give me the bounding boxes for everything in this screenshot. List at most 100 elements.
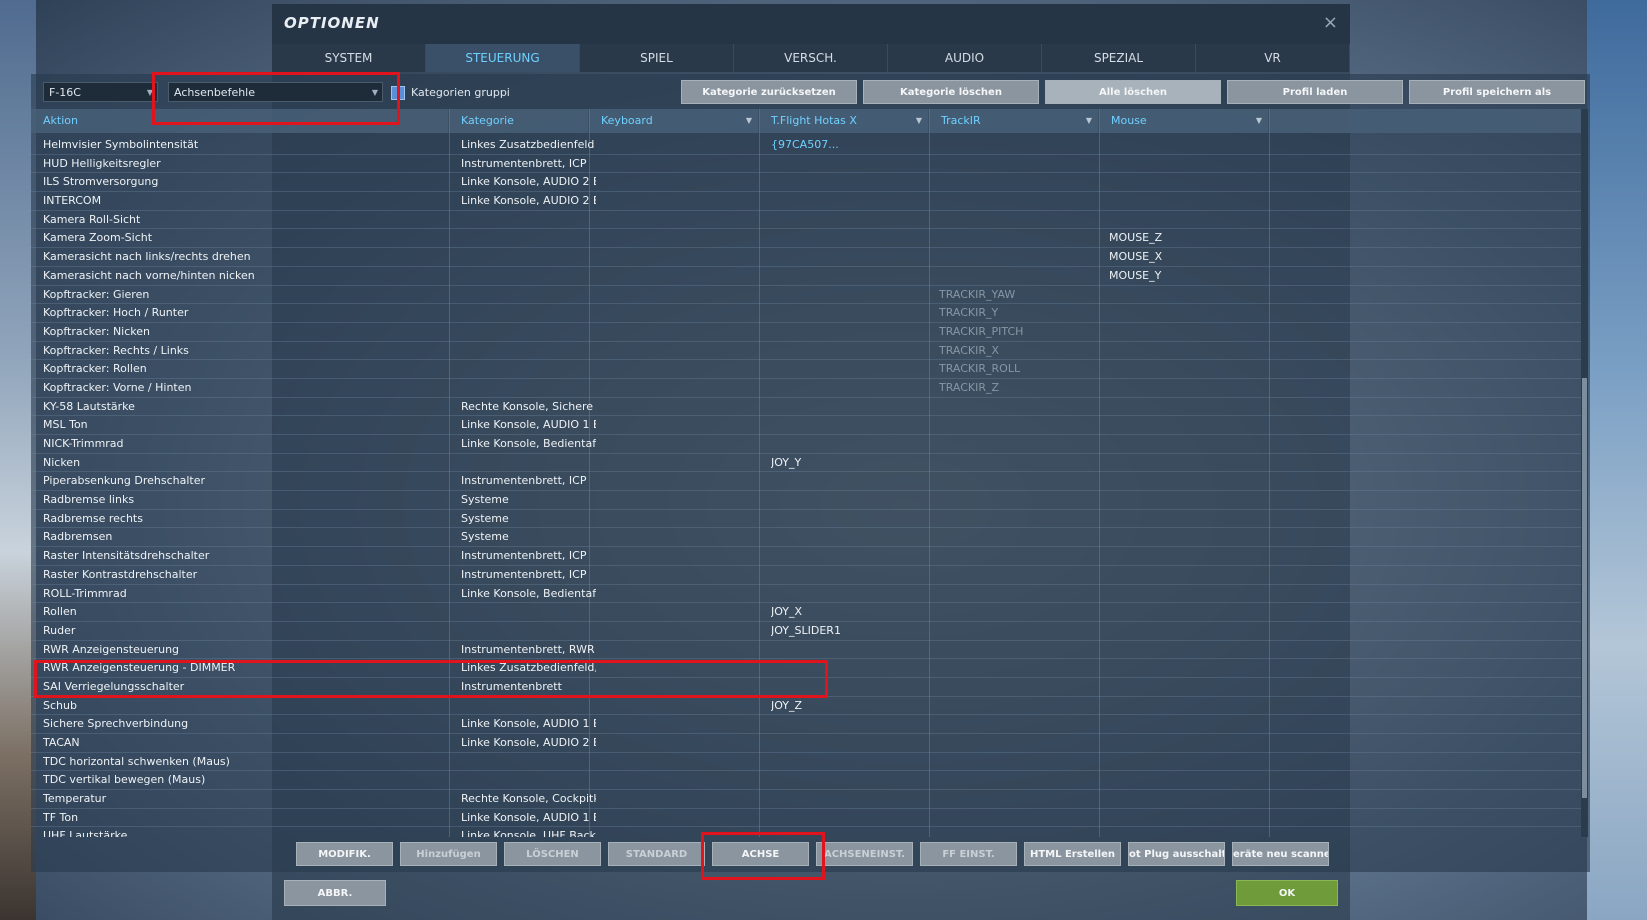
rescan-devices-button[interactable]: eräte neu scanne [1232,842,1329,866]
default-button[interactable]: STANDARD [608,842,705,866]
table-row[interactable]: Kopftracker: Gieren TRACKIR_YAW [31,286,1581,305]
table-row[interactable]: RWR Anzeigensteuerung Instrumentenbrett, … [31,641,1581,660]
cell-mouse [1109,603,1264,621]
table-row[interactable]: TACAN Linke Konsole, AUDIO 2 B [31,734,1581,753]
table-row[interactable]: Schub JOY_Z [31,697,1581,716]
delete-button[interactable]: LÖSCHEN [504,842,601,866]
table-row[interactable]: NICK-Trimmrad Linke Konsole, Bedientafe [31,435,1581,454]
cell-joystick: JOY_Y [771,455,802,469]
html-export-button[interactable]: HTML Erstellen [1024,842,1121,866]
cell-joystick [771,566,926,584]
cell-trackir [939,641,1094,659]
cell-mouse [1109,771,1264,789]
table-row[interactable]: KY-58 Lautstärke Rechte Konsole, Sichere … [31,398,1581,417]
cell-category: Linke Konsole, AUDIO 1 B [461,717,596,731]
table-row[interactable]: Ruder JOY_SLIDER1 [31,622,1581,641]
close-icon[interactable]: × [1323,12,1338,33]
cell-action: Kopftracker: Rechts / Links [43,343,189,357]
table-row[interactable]: Kamera Zoom-Sicht MOUSE_Z [31,229,1581,249]
table-row[interactable]: Temperatur Rechte Konsole, Cockpitkl [31,790,1581,809]
column-header-mouse[interactable]: Mouse ▼ [1099,109,1269,133]
cell-joystick [771,809,926,827]
tab-audio[interactable]: AUDIO [888,44,1042,72]
table-row[interactable]: Kamerasicht nach vorne/hinten nicken MOUS… [31,267,1581,286]
hot-plug-toggle-button[interactable]: ot Plug ausschalte [1128,842,1225,866]
table-row[interactable]: HUD Helligkeitsregler Instrumentenbrett, … [31,155,1581,174]
tab-steuerung[interactable]: STEUERUNG [426,44,580,72]
column-header-aktion[interactable]: Aktion [31,109,449,133]
cell-action: Kopftracker: Nicken [43,324,151,338]
tab-system[interactable]: SYSTEM [272,44,426,72]
category-filter-select[interactable]: Achsenbefehle ▼ [168,82,383,102]
cell-action: ILS Stromversorgung [43,175,159,189]
tab-spezial[interactable]: SPEZIAL [1042,44,1196,72]
save-profile-as-button[interactable]: Profil speichern als [1409,80,1585,104]
cell-trackir [939,771,1094,789]
axis-button[interactable]: ACHSE [712,842,809,866]
add-button[interactable]: Hinzufügen [400,842,497,866]
reset-category-button[interactable]: Kategorie zurücksetzen [681,80,857,104]
table-row[interactable]: ROLL-Trimmrad Linke Konsole, Bedientafe [31,585,1581,604]
cell-mouse [1109,790,1264,808]
cell-joystick [771,379,926,397]
table-row[interactable]: Radbremsen Systeme [31,528,1581,548]
delete-category-button[interactable]: Kategorie löschen [863,80,1039,104]
column-header-kategorie[interactable]: Kategorie [449,109,589,133]
table-row[interactable]: Kamerasicht nach links/rechts drehen MOUS… [31,248,1581,267]
cell-category [461,211,596,229]
table-row[interactable]: TF Ton Linke Konsole, AUDIO 1 B [31,809,1581,828]
ff-settings-button[interactable]: FF EINST. [920,842,1017,866]
cell-action: Radbremse rechts [43,511,143,525]
table-row[interactable]: MSL Ton Linke Konsole, AUDIO 1 B [31,416,1581,435]
cell-joystick [771,398,926,416]
table-row[interactable]: Radbremse links Systeme [31,491,1581,510]
aircraft-select[interactable]: F-16C ▼ [43,82,158,102]
table-row[interactable]: Nicken JOY_Y [31,454,1581,473]
table-row[interactable]: Kopftracker: Rollen TRACKIR_ROLL [31,360,1581,379]
tab-vr[interactable]: VR [1196,44,1350,72]
delete-all-button[interactable]: Alle löschen [1045,80,1221,104]
cancel-button[interactable]: ABBR. [284,880,386,906]
column-header-joystick[interactable]: T.Flight Hotas X {97CA507... ▼ [759,109,929,151]
modify-button[interactable]: MODIFIK. [296,842,393,866]
table-row[interactable]: Piperabsenkung Drehschalter Instrumentenb… [31,472,1581,492]
table-row[interactable]: Sichere Sprechverbindung Linke Konsole, A… [31,715,1581,734]
table-row[interactable]: Radbremse rechts Systeme [31,510,1581,529]
table-row[interactable]: Helmvisier Symbolintensität Linkes Zusatz… [31,136,1581,155]
table-row[interactable]: Rollen JOY_X [31,603,1581,622]
column-header-trackir[interactable]: TrackIR ▼ [929,109,1099,133]
cell-joystick [771,323,926,341]
cell-joystick [771,192,926,210]
table-row[interactable]: Kopftracker: Hoch / Runter TRACKIR_Y [31,304,1581,323]
tab-spiel[interactable]: SPIEL [580,44,734,72]
axis-settings-button[interactable]: ACHSENEINST. [816,842,913,866]
table-row[interactable]: Raster Intensitätsdrehschalter Instrument… [31,547,1581,566]
chevron-down-icon: ▼ [1255,116,1262,125]
scrollbar-thumb[interactable] [1582,378,1587,798]
table-row[interactable]: Kopftracker: Vorne / Hinten TRACKIR_Z [31,379,1581,398]
table-row[interactable]: TDC horizontal schwenken (Maus) [31,753,1581,772]
table-row[interactable]: Kopftracker: Rechts / Links TRACKIR_X [31,342,1581,361]
cell-trackir [939,697,1094,715]
tab-versch[interactable]: VERSCH. [734,44,888,72]
table-row[interactable]: ILS Stromversorgung Linke Konsole, AUDIO … [31,173,1581,193]
table-row[interactable]: Kopftracker: Nicken TRACKIR_PITCH [31,323,1581,342]
cell-category: Systeme [461,493,509,507]
cell-category: Linke Konsole, Bedientafe [461,437,596,450]
table-row[interactable]: Kamera Roll-Sicht [31,211,1581,230]
table-row[interactable]: INTERCOM Linke Konsole, AUDIO 2 B [31,192,1581,211]
ok-button[interactable]: OK [1236,880,1338,906]
table-row[interactable]: SAI Verriegelungsschalter Instrumentenbre… [31,678,1581,697]
table-row[interactable]: UHF Lautstärke Linke Konsole, UHF Backu [31,827,1581,837]
bottom-action-bar: MODIFIK. Hinzufügen LÖSCHEN STANDARD ACH… [0,842,1647,870]
table-row[interactable]: Raster Kontrastdrehschalter Instrumentenb… [31,566,1581,585]
bindings-table-body: Helmvisier Symbolintensität Linkes Zusatz… [31,136,1581,837]
table-row[interactable]: TDC vertikal bewegen (Maus) [31,771,1581,791]
column-header-keyboard[interactable]: Keyboard ▼ [589,109,759,133]
cell-category [461,323,596,341]
table-row[interactable]: RWR Anzeigensteuerung - DIMMER Linkes Zus… [31,659,1581,678]
group-categories-checkbox[interactable] [391,86,405,100]
cell-joystick [771,771,926,789]
load-profile-button[interactable]: Profil laden [1227,80,1403,104]
cell-joystick [771,585,926,603]
